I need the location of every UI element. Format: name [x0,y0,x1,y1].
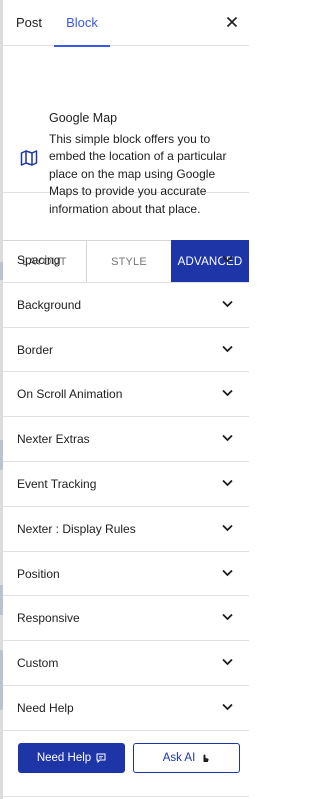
chevron-down-icon [222,569,233,576]
accordion-custom[interactable]: Custom [3,641,249,686]
chevron-down-icon [222,255,233,263]
ask-ai-button[interactable]: Ask AI [133,743,240,773]
chevron-down-icon [222,479,233,487]
accordion-on-scroll-animation[interactable]: On Scroll Animation [3,372,249,418]
accordion-label: Spacing [17,253,61,267]
accordion-label: On Scroll Animation [17,387,123,402]
accordion-label: Nexter : Display Rules [17,521,136,536]
accordion-border[interactable]: Border [3,328,249,373]
accordion-label: Responsive [17,611,80,626]
need-help-label: Need Help [36,752,92,764]
advanced-settings-accordion: Spacing Background Border On Scroll Anim… [3,238,249,731]
accordion-label: Event Tracking [17,476,97,491]
accordion-label: Custom [17,656,59,671]
accordion-event-tracking[interactable]: Event Tracking [3,462,249,507]
settings-sidebar: Post Block Google Map This simple block … [3,0,249,799]
accordion-position[interactable]: Position [3,552,249,597]
tab-post[interactable]: Post [16,0,42,46]
chevron-down-icon [222,524,233,532]
accordion-display-rules[interactable]: Nexter : Display Rules [3,507,249,552]
sidebar-tabs: Post Block [3,0,249,47]
chevron-down-icon [222,435,233,442]
chat-icon [96,753,106,763]
chevron-down-icon [222,703,233,711]
chevron-down-icon [222,300,233,308]
accordion-label: Need Help [17,700,74,715]
map-icon [20,150,38,166]
block-description: This simple block offers you to embed th… [49,132,227,216]
chevron-down-icon [222,345,233,352]
accordion-nexter-extras[interactable]: Nexter Extras [3,417,249,462]
pointer-hand-icon [203,754,209,762]
accordion-label: Border [17,342,54,357]
block-info-card: Google Map This simple block offers you … [3,46,249,216]
accordion-responsive[interactable]: Responsive [3,596,249,642]
footer-divider [3,796,249,797]
accordion-label: Background [17,297,82,312]
help-footer: Need Help Ask AI [3,735,249,797]
accordion-spacing[interactable]: Spacing [3,238,249,283]
accordion-need-help[interactable]: Need Help [3,686,249,731]
accordion-label: Nexter Extras [17,432,90,447]
block-title: Google Map [49,111,118,125]
tab-block[interactable]: Block [54,0,110,47]
need-help-button[interactable]: Need Help [18,743,125,773]
accordion-label: Position [17,566,60,581]
chevron-down-icon [222,390,233,397]
chevron-down-icon [222,659,233,666]
ask-ai-label: Ask AI [162,752,196,764]
close-icon[interactable] [224,14,240,30]
accordion-background[interactable]: Background [3,283,249,328]
chevron-down-icon [222,614,233,621]
